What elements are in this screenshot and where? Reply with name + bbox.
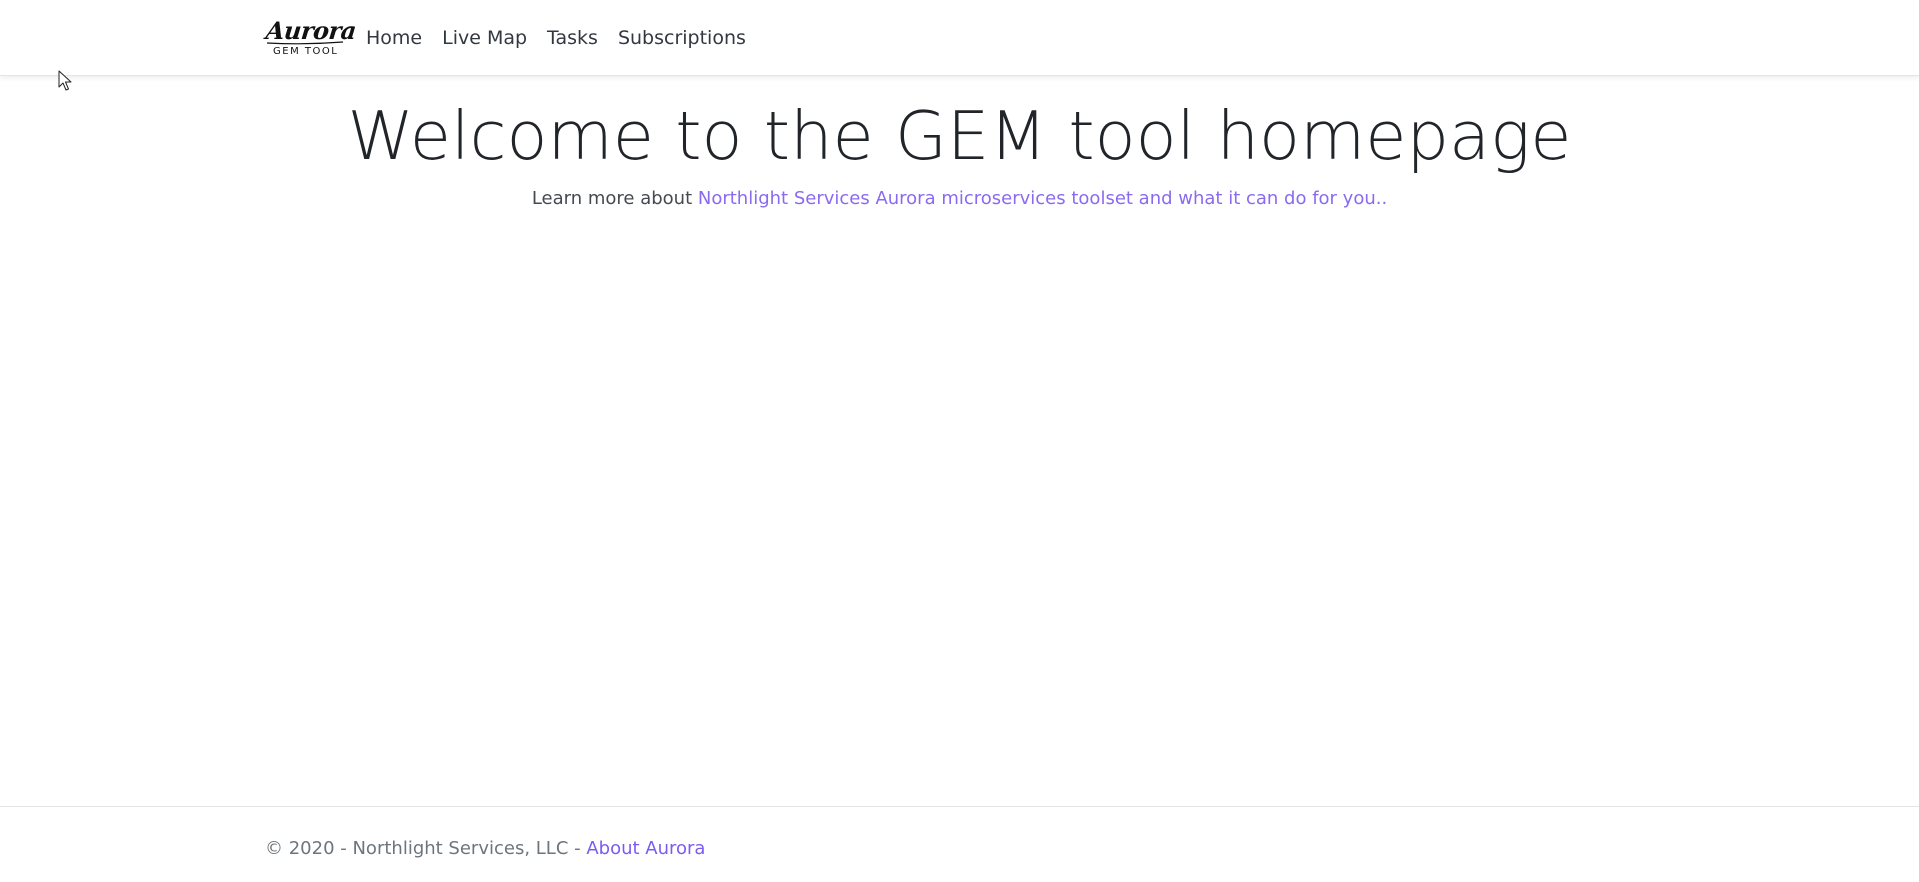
brand-logo[interactable]: Aurora GEM TOOL [265, 16, 358, 60]
brand-logo-swash [266, 41, 344, 45]
about-aurora-link[interactable]: About Aurora [586, 838, 705, 859]
hero-lead-prefix: Learn more about [531, 188, 698, 209]
top-navbar: Aurora GEM TOOL Home Live Map Tasks Subs… [0, 0, 1919, 76]
nav-item-tasks[interactable]: Tasks [547, 25, 598, 51]
nav-item-live-map[interactable]: Live Map [442, 25, 527, 51]
page-title: Welcome to the GEM tool homepage [347, 97, 1572, 175]
hero-lead: Learn more about Northlight Services Aur… [0, 186, 1919, 212]
nav-item-subscriptions[interactable]: Subscriptions [618, 25, 746, 51]
mouse-cursor-icon [58, 70, 72, 91]
brand-logo-subtitle: GEM TOOL [273, 46, 339, 57]
main-nav: Home Live Map Tasks Subscriptions [366, 0, 766, 76]
page-footer: © 2020 - Northlight Services, LLC - Abou… [0, 806, 1919, 882]
footer-copyright: © 2020 - Northlight Services, LLC - [265, 838, 587, 859]
footer-text: © 2020 - Northlight Services, LLC - Abou… [265, 837, 705, 861]
learn-more-link[interactable]: Northlight Services Aurora microservices… [698, 188, 1387, 209]
nav-item-home[interactable]: Home [366, 25, 422, 51]
